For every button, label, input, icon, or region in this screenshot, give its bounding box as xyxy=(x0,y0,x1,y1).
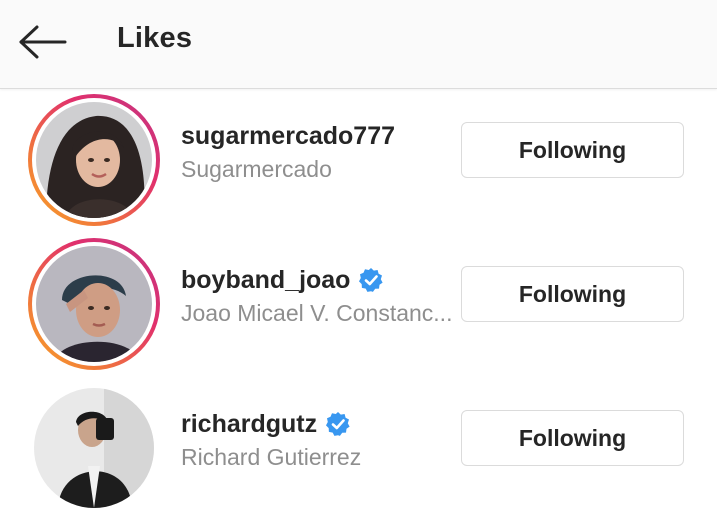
arrow-left-icon xyxy=(19,25,67,59)
following-button[interactable]: Following xyxy=(461,266,684,322)
page-title: Likes xyxy=(117,22,193,54)
story-ring[interactable] xyxy=(28,238,160,370)
story-ring[interactable] xyxy=(28,94,160,226)
avatar xyxy=(36,102,152,218)
verified-badge-icon xyxy=(326,412,350,436)
list-item[interactable]: boyband_joao Joao Micael V. Constanc... … xyxy=(0,234,717,378)
following-button[interactable]: Following xyxy=(461,410,684,466)
list-item[interactable]: richardgutz Richard Gutierrez Following xyxy=(0,378,717,522)
full-name: Joao Micael V. Constanc... xyxy=(181,300,453,326)
username[interactable]: boyband_joao xyxy=(181,266,350,295)
back-button[interactable] xyxy=(14,18,72,66)
avatar xyxy=(34,388,154,508)
avatar xyxy=(36,246,152,362)
top-app-bar: Likes xyxy=(0,0,717,89)
username[interactable]: richardgutz xyxy=(181,410,317,439)
list-item[interactable]: sugarmercado777 Sugarmercado Following xyxy=(0,90,717,234)
full-name: Richard Gutierrez xyxy=(181,444,362,470)
avatar-container[interactable] xyxy=(34,388,154,508)
full-name: Sugarmercado xyxy=(181,156,332,182)
username[interactable]: sugarmercado777 xyxy=(181,122,395,151)
verified-badge-icon xyxy=(359,268,384,292)
following-button[interactable]: Following xyxy=(461,122,684,178)
